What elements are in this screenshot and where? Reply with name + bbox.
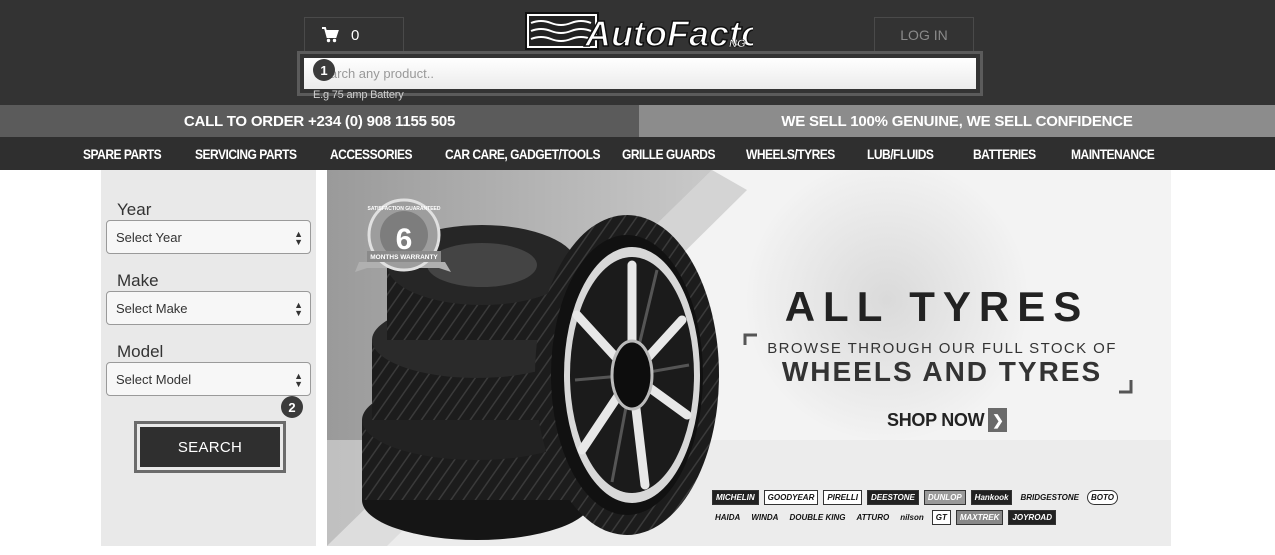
brand-deestone: DEESTONE [867, 490, 919, 505]
year-select-value: Select Year [116, 229, 182, 245]
model-label: Model [117, 342, 164, 361]
banner-title: ALL TYRES [784, 283, 1090, 330]
brand-nilson: nilson [900, 513, 924, 522]
nav-item-car-care[interactable]: CAR CARE, GADGET/TOOLS [445, 146, 601, 162]
cart-count: 0 [351, 26, 360, 44]
nav-item-lub-fluids[interactable]: LUB/FLUIDS [867, 146, 958, 162]
shop-now-label: SHOP NOW [887, 409, 985, 430]
site-logo[interactable]: AutoFactor NG [525, 9, 780, 55]
brand-haida: HAIDA [715, 513, 741, 522]
search-hint: E.g 75 amp Battery [313, 89, 404, 101]
search-input[interactable] [304, 58, 976, 89]
brand-row-1: MICHELIN GOODYEAR PIRELLI DEESTONE DUNLO… [712, 490, 1171, 505]
nav-item-spare-parts[interactable]: SPARE PARTS [83, 146, 179, 162]
nav-item-accessories[interactable]: ACCESSORIES [330, 146, 429, 162]
brand-row-2: HAIDA WINDA DOUBLE KING ATTURO nilson GT… [712, 510, 1171, 525]
warranty-top-text: SATISFACTION GUARANTEED [368, 206, 441, 212]
warranty-bottom-text: MONTHS WARRANTY [370, 254, 438, 261]
banner-subtitle-1: BROWSE THROUGH OUR FULL STOCK OF [767, 340, 1117, 357]
brand-boto: BOTO [1087, 490, 1118, 505]
search-button[interactable]: SEARCH [140, 427, 280, 467]
vehicle-filter-sidebar: Year Select Year ▲ ▼ Make Select Make ▲ ▼ … [101, 170, 316, 546]
genuine-banner: WE SELL 100% GENUINE, WE SELL CONFIDENCE [639, 105, 1275, 137]
brand-pirelli: PIRELLI [823, 490, 863, 505]
chevron-right-icon: ❯ [988, 408, 1008, 432]
call-to-order-banner: CALL TO ORDER +234 (0) 908 1155 505 [0, 105, 639, 137]
site-header: 0 AutoFactor NG LOG IN E.g 75 amp Batter… [0, 0, 1275, 105]
year-label: Year [117, 200, 152, 219]
warranty-badge: 6 SATISFACTION GUARANTEED MONTHS WARRANT… [355, 198, 451, 272]
annotation-marker-2: 2 [281, 396, 303, 418]
logo-text: AutoFactor [584, 13, 753, 51]
nav-item-maintenance[interactable]: MAINTENANCE [1071, 146, 1155, 162]
brand-gt: GT [931, 510, 951, 525]
cart-icon [321, 26, 339, 44]
nav-item-servicing-parts[interactable]: SERVICING PARTS [195, 146, 311, 162]
brand-dunlop: DUNLOP [923, 490, 966, 505]
brand-winda: WINDA [751, 513, 779, 522]
login-button[interactable]: LOG IN [874, 17, 974, 53]
brand-logos: MICHELIN GOODYEAR PIRELLI DEESTONE DUNLO… [712, 490, 1171, 530]
brand-joyroad: JOYROAD [1008, 510, 1056, 525]
make-select[interactable]: Select Make ▲ ▼ [106, 291, 311, 325]
select-arrows-icon: ▲ ▼ [294, 371, 303, 389]
brand-goodyear: GOODYEAR [763, 490, 819, 505]
select-arrows-icon: ▲ ▼ [294, 300, 303, 318]
brand-maxtrek: MAXTREK [955, 510, 1004, 525]
make-select-value: Select Make [116, 300, 188, 316]
shop-now-link[interactable]: SHOP NOW ❯ [887, 408, 1008, 432]
year-select[interactable]: Select Year ▲ ▼ [106, 220, 311, 254]
main-nav: SPARE PARTS SERVICING PARTS ACCESSORIES … [0, 137, 1275, 170]
nav-item-grille-guards[interactable]: GRILLE GUARDS [622, 146, 729, 162]
main-wheel [535, 215, 719, 535]
nav-item-wheels-tyres[interactable]: WHEELS/TYRES [746, 146, 850, 162]
logo-suffix: NG [729, 38, 746, 50]
banner-subtitle-2: WHEELS AND TYRES [781, 356, 1103, 387]
brand-double-king: DOUBLE KING [789, 513, 846, 522]
model-select[interactable]: Select Model ▲ ▼ [106, 362, 311, 396]
cart-button[interactable]: 0 [304, 17, 404, 53]
search-button-frame: SEARCH [134, 421, 286, 473]
brand-atturo: ATTURO [856, 513, 890, 522]
make-label: Make [117, 271, 159, 290]
annotation-marker-1: 1 [313, 59, 335, 81]
brand-michelin: MICHELIN [712, 490, 759, 505]
nav-item-batteries[interactable]: BATTERIES [973, 146, 1057, 162]
brand-hankook: Hankook [970, 490, 1013, 505]
select-arrows-icon: ▲ ▼ [294, 229, 303, 247]
brand-bridgestone: BRIDGESTONE [1020, 493, 1079, 502]
tyres-promo-banner[interactable]: 6 SATISFACTION GUARANTEED MONTHS WARRANT… [327, 170, 1171, 546]
model-select-value: Select Model [116, 371, 192, 387]
